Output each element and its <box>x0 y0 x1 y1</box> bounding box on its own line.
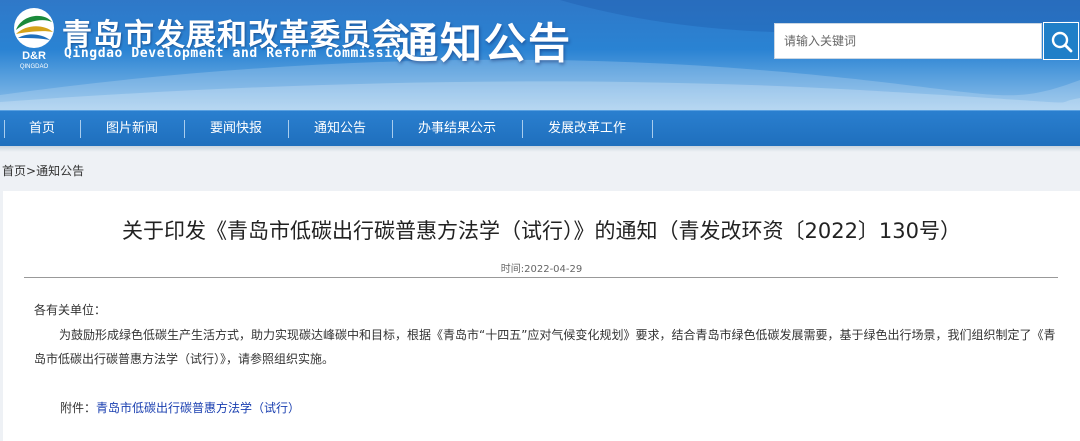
search-input[interactable]: 请输入关键词 <box>774 23 1042 59</box>
breadcrumb: 首页>通知公告 <box>2 162 84 179</box>
attachment-label: 附件： <box>60 401 97 415</box>
article-salutation: 各有关单位： <box>34 303 107 317</box>
article-title: 关于印发《青岛市低碳出行碳普惠方法学（试行）》的通知（青发改环资〔2022〕13… <box>121 219 962 243</box>
article-body-text: 为鼓励形成绿色低碳生产生活方式，助力实现碳达峰碳中和目标，根据《青岛市“十四五”… <box>34 328 1056 366</box>
main-nav: 首页 图片新闻 要闻快报 通知公告 办事结果公示 发展改革工作 <box>0 110 1080 146</box>
org-name-en: Qingdao Development and Reform Commissio… <box>64 46 410 61</box>
article-card: 关于印发《青岛市低碳出行碳普惠方法学（试行）》的通知（青发改环资〔2022〕13… <box>3 191 1080 441</box>
article-time-value: 2022-04-29 <box>524 264 583 275</box>
nav-item-home[interactable]: 首页 <box>4 111 80 146</box>
nav-shadow <box>0 146 1080 152</box>
breadcrumb-separator: > <box>26 164 37 178</box>
section-title: 通知公告 <box>396 19 573 68</box>
breadcrumb-current[interactable]: 通知公告 <box>36 164 84 178</box>
svg-text:QINGDAO: QINGDAO <box>20 64 49 70</box>
nav-item-notices[interactable]: 通知公告 <box>288 111 392 146</box>
article-body: 为鼓励形成绿色低碳生产生活方式，助力实现碳达峰碳中和目标，根据《青岛市“十四五”… <box>34 323 1064 371</box>
attachment: 附件：青岛市低碳出行碳普惠方法学（试行） <box>60 399 300 416</box>
search-icon <box>1051 31 1073 53</box>
attachment-link[interactable]: 青岛市低碳出行碳普惠方法学（试行） <box>96 401 300 415</box>
nav-item-photo-news[interactable]: 图片新闻 <box>80 111 184 146</box>
nav-item-reform-work[interactable]: 发展改革工作 <box>522 111 652 146</box>
article-time-label: 时间: <box>500 264 525 275</box>
site-banner: D&R QINGDAO 青岛市发展和改革委员会 Qingdao Developm… <box>0 0 1080 110</box>
breadcrumb-home[interactable]: 首页 <box>2 164 26 178</box>
svg-text:D&R: D&R <box>22 50 46 62</box>
nav-item-service-results[interactable]: 办事结果公示 <box>392 111 522 146</box>
nav-separator <box>652 120 653 138</box>
search-button[interactable] <box>1043 22 1079 60</box>
title-divider <box>24 277 1058 278</box>
logo-emblem-icon: D&R QINGDAO <box>14 8 54 70</box>
nav-item-news-flash[interactable]: 要闻快报 <box>184 111 288 146</box>
article-time: 时间:2022-04-29 <box>3 260 1080 275</box>
site-logo[interactable]: D&R QINGDAO <box>4 4 64 70</box>
